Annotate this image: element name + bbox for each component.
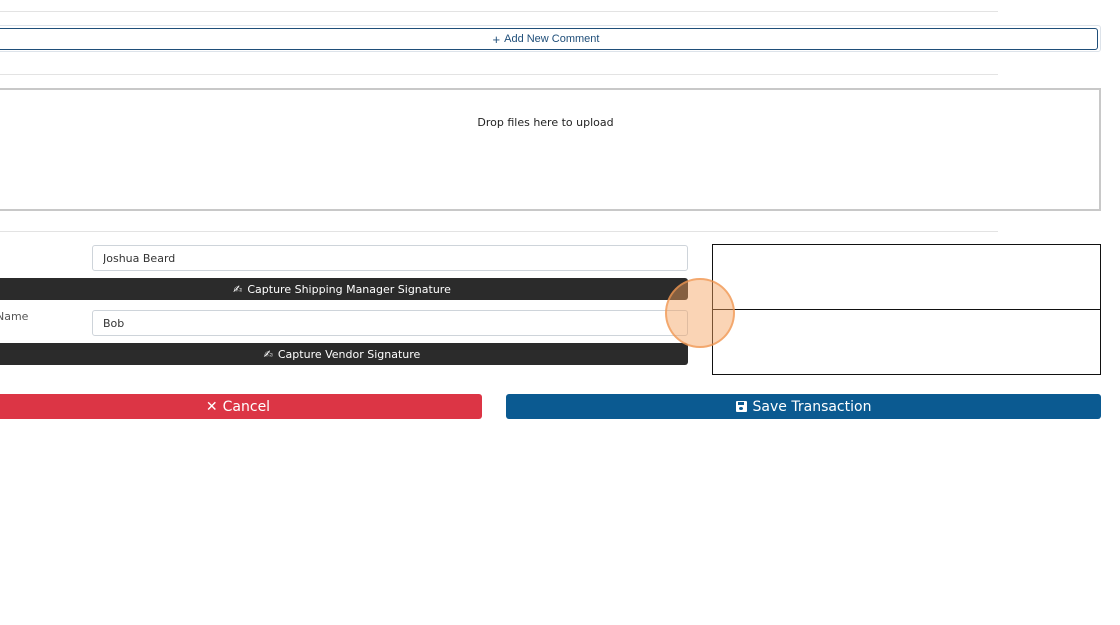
capture-vendor-signature-button[interactable]: ✍ Capture Vendor Signature (0, 343, 688, 365)
capture-vendor-signature-label: Capture Vendor Signature (277, 347, 421, 361)
floppy-disk-icon (735, 401, 747, 412)
save-transaction-button[interactable]: Save Transaction (506, 394, 1101, 419)
add-comment-button[interactable]: + Add New Comment (0, 28, 1098, 50)
divider (0, 231, 998, 232)
capture-shipping-manager-signature-button[interactable]: ✍ Capture Shipping Manager Signature (0, 278, 688, 300)
shipping-manager-signature-pad[interactable] (712, 244, 1101, 310)
add-comment-label: Add New Comment (504, 33, 600, 45)
divider (0, 74, 998, 75)
signature-icon: ✍ (233, 282, 243, 296)
vendor-name-label: Name (0, 310, 29, 323)
vendor-signature-pad[interactable] (712, 309, 1101, 375)
file-dropzone[interactable]: Drop files here to upload (0, 88, 1101, 211)
cancel-label: Cancel (222, 398, 271, 415)
shipping-manager-name-input[interactable] (92, 245, 688, 271)
save-transaction-label: Save Transaction (752, 398, 872, 415)
divider (0, 11, 998, 12)
transaction-form: + Add New Comment Drop files here to upl… (0, 0, 1120, 625)
signature-icon: ✍ (263, 347, 273, 361)
dropzone-text: Drop files here to upload (477, 116, 614, 129)
capture-shipping-manager-signature-label: Capture Shipping Manager Signature (247, 282, 451, 296)
close-icon: ✕ (205, 398, 218, 415)
cancel-button[interactable]: ✕ Cancel (0, 394, 482, 419)
vendor-name-input[interactable] (92, 310, 688, 336)
plus-icon: + (492, 31, 501, 47)
